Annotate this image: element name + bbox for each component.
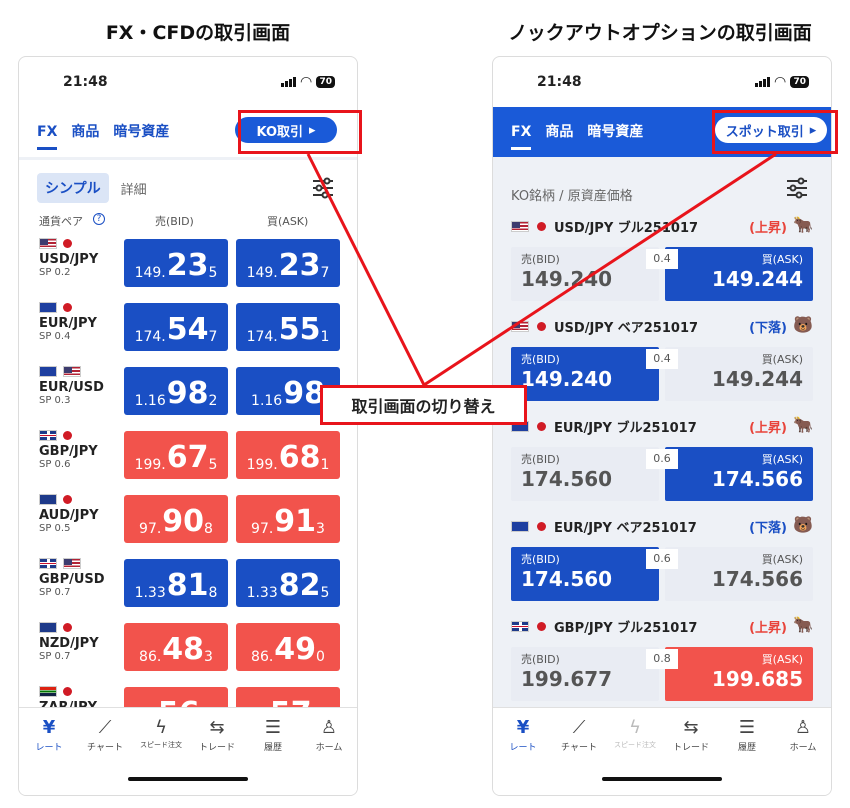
switch-annotation: 取引画面の切り替え	[320, 385, 527, 425]
